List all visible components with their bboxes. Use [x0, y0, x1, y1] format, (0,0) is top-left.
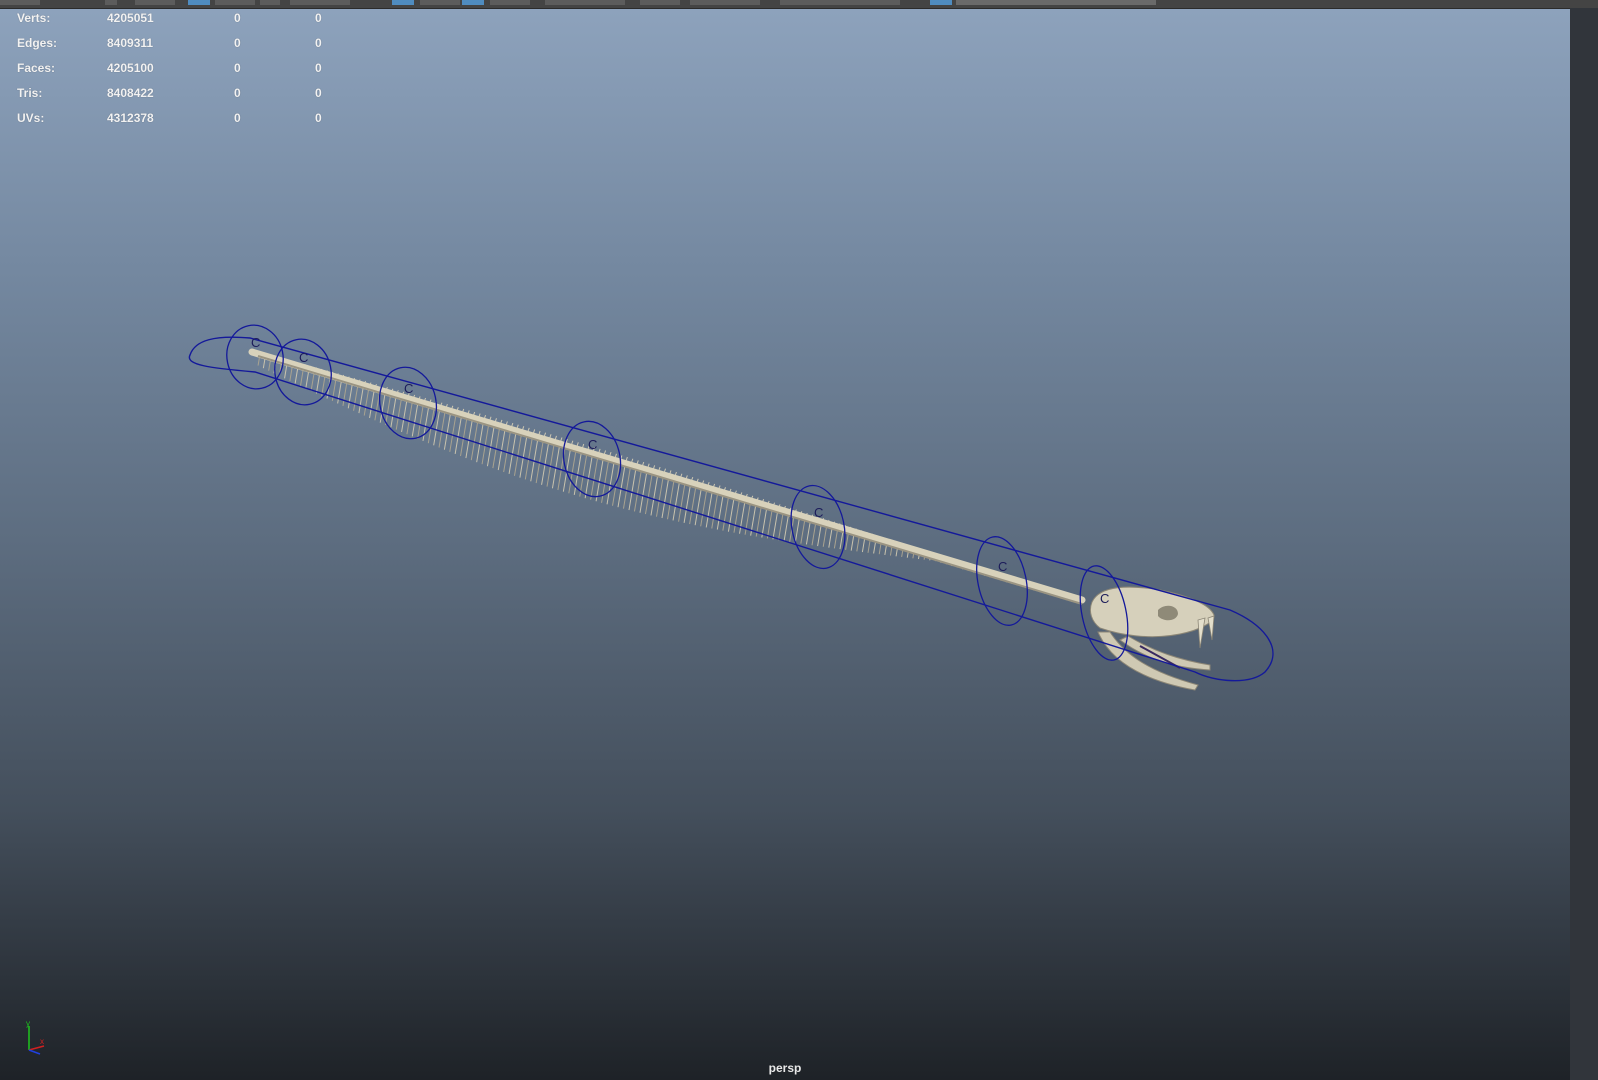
rib [727, 495, 735, 532]
rib [672, 479, 681, 521]
rib [443, 410, 452, 450]
rib [369, 388, 376, 419]
rib [683, 482, 692, 523]
snake-skeleton-scene[interactable]: C C C C C C C [0, 0, 1598, 1080]
skull-eye-socket [1158, 605, 1178, 621]
ik-control-label: C [998, 559, 1007, 574]
rib [733, 497, 741, 533]
rib [639, 469, 648, 513]
rib [438, 409, 446, 448]
rib [363, 386, 370, 416]
rib [650, 472, 659, 516]
rib [694, 485, 703, 526]
rib [353, 383, 359, 411]
ik-control-label: C [299, 350, 308, 365]
rib [722, 493, 730, 531]
rib [508, 430, 517, 474]
rib [633, 467, 643, 512]
rib [667, 477, 675, 520]
ik-control-label: C [814, 505, 823, 520]
rib [661, 475, 670, 519]
axis-x-label: x [40, 1037, 44, 1046]
rib [530, 436, 539, 482]
rib [417, 402, 425, 439]
ik-control-label: C [251, 335, 260, 350]
rib [535, 438, 545, 484]
rib [347, 381, 354, 409]
rib [449, 412, 457, 452]
rib [460, 415, 468, 457]
rib [705, 488, 714, 528]
rib [503, 428, 512, 473]
ik-control-label: C [1100, 591, 1109, 606]
rib [422, 404, 430, 442]
rib [700, 487, 708, 527]
rib [678, 480, 686, 522]
rib [655, 474, 665, 517]
ik-control-label: C [588, 437, 597, 452]
rib [622, 464, 632, 509]
rib [406, 399, 414, 435]
rib [711, 490, 719, 529]
viewport-3d[interactable]: Verts: 4205051 0 0 Edges: 8409311 0 0 Fa… [0, 0, 1598, 1080]
ik-control-label: C [404, 381, 413, 396]
rib [497, 427, 506, 471]
skull-fang-upper-2 [1207, 615, 1215, 641]
rib [628, 466, 637, 511]
rib [492, 425, 501, 469]
rib [401, 397, 408, 433]
rib [761, 505, 768, 538]
rib [465, 417, 474, 459]
spine-column [248, 348, 1086, 604]
rib [411, 401, 419, 437]
rib [617, 462, 626, 508]
rib [513, 431, 523, 476]
rib [395, 396, 403, 430]
camera-name-label: persp [768, 1061, 802, 1075]
axis-gizmo-icon: y x [26, 1020, 45, 1055]
axis-y-label: y [26, 1020, 30, 1028]
rib [541, 440, 550, 485]
rib [358, 384, 365, 414]
rib [486, 423, 495, 467]
rib [716, 492, 725, 530]
rib [427, 405, 435, 444]
rib [481, 422, 490, 465]
rib [519, 433, 528, 478]
rib [476, 420, 485, 463]
rib [689, 484, 697, 525]
rib [524, 435, 534, 480]
spine-column-shade [257, 355, 1083, 605]
rib [470, 418, 479, 461]
rib [454, 414, 463, 454]
rib [385, 392, 392, 426]
rib [433, 407, 441, 446]
viewport-side-panel [1570, 8, 1598, 1080]
rib [644, 471, 654, 515]
skull-fang-upper [1197, 617, 1206, 649]
rib [390, 394, 397, 428]
rib [606, 459, 615, 505]
